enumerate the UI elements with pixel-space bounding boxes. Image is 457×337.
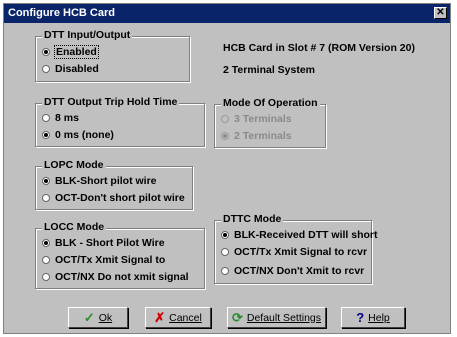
radio-lopc-oct[interactable]: OCT-Don't short pilot wire [42,192,185,204]
ok-label: Ok [98,311,113,324]
group-label: DTT Input/Output [42,29,133,41]
refresh-icon: ⟳ [231,310,243,325]
help-button[interactable]: ? Help [341,307,405,328]
group-label: DTTC Mode [221,213,284,225]
mode-of-operation-group: Mode Of Operation 3 Terminals 2 Terminal… [214,97,326,148]
radio-3-terminals: 3 Terminals [221,113,292,125]
group-label: Mode Of Operation [221,97,320,109]
radio-indicator [42,65,50,73]
radio-indicator [221,248,229,256]
system-info: 2 Terminal System [223,64,316,76]
dtt-input-output-group: DTT Input/Output Enabled Disabled [35,29,190,82]
group-label: LOPC Mode [42,159,106,171]
radio-lopc-blk[interactable]: BLK-Short pilot wire [42,175,157,187]
cancel-button[interactable]: ✗ Cancel [145,307,211,328]
radio-indicator [221,267,229,275]
close-button[interactable]: ✕ [434,7,447,19]
question-icon: ? [356,310,365,325]
check-icon: ✓ [83,310,95,325]
option-label: 0 ms (none) [55,129,114,141]
configure-hcb-dialog: Configure HCB Card ✕ DTT Input/Output En… [3,3,451,334]
radio-indicator [42,48,50,56]
option-label: OCT-Don't short pilot wire [55,192,185,204]
radio-indicator [221,115,229,123]
radio-dttc-blk[interactable]: BLK-Received DTT will short [221,229,378,241]
option-label: OCT/NX Don't Xmit to rcvr [234,265,365,277]
default-settings-button[interactable]: ⟳ Default Settings [227,307,326,328]
radio-indicator [42,194,50,202]
option-label: Disabled [55,63,99,75]
option-label: OCT/Tx Xmit Signal to rcvr [234,246,368,258]
radio-indicator [221,132,229,140]
radio-indicator [42,114,50,122]
option-label: BLK-Received DTT will short [234,229,378,241]
x-icon: ✗ [154,310,166,325]
option-label: BLK-Short pilot wire [55,175,157,187]
radio-enabled[interactable]: Enabled [42,45,99,59]
window-title: Configure HCB Card [8,7,115,19]
option-label: 8 ms [55,112,79,124]
radio-dttc-oct-tx[interactable]: OCT/Tx Xmit Signal to rcvr [221,246,367,258]
option-label: 2 Terminals [234,130,292,142]
radio-indicator [42,256,50,264]
title-bar[interactable]: Configure HCB Card ✕ [4,4,450,23]
option-label: Enabled [54,45,99,59]
radio-locc-blk[interactable]: BLK - Short Pilot Wire [42,237,165,249]
radio-disabled[interactable]: Disabled [42,63,99,75]
radio-indicator [42,273,50,281]
dttc-mode-group: DTTC Mode BLK-Received DTT will short OC… [214,213,378,284]
help-label: Help [368,311,390,324]
radio-8ms[interactable]: 8 ms [42,112,79,124]
cancel-label: Cancel [169,311,202,324]
radio-locc-oct-tx[interactable]: OCT/Tx Xmit Signal to [42,254,165,266]
default-settings-label: Default Settings [246,311,322,324]
option-label: OCT/Tx Xmit Signal to [55,254,166,266]
radio-indicator [42,177,50,185]
option-label: BLK - Short Pilot Wire [55,237,165,249]
card-slot-info: HCB Card in Slot # 7 (ROM Version 20) [223,42,415,54]
close-icon: ✕ [436,7,445,18]
option-label: OCT/NX Do not xmit signal [55,271,189,283]
locc-mode-group: LOCC Mode BLK - Short Pilot Wire OCT/Tx … [35,221,205,289]
radio-2-terminals: 2 Terminals [221,130,292,142]
radio-locc-oct-nx[interactable]: OCT/NX Do not xmit signal [42,271,189,283]
radio-indicator [42,239,50,247]
option-label: 3 Terminals [234,113,292,125]
ok-button[interactable]: ✓ Ok [68,307,128,328]
group-label: LOCC Mode [42,221,107,233]
lopc-mode-group: LOPC Mode BLK-Short pilot wire OCT-Don't… [35,159,193,210]
group-label: DTT Output Trip Hold Time [42,96,180,108]
radio-indicator [42,131,50,139]
radio-0ms[interactable]: 0 ms (none) [42,129,114,141]
dtt-output-trip-hold-group: DTT Output Trip Hold Time 8 ms 0 ms (non… [35,96,205,147]
radio-indicator [221,231,229,239]
radio-dttc-oct-nx[interactable]: OCT/NX Don't Xmit to rcvr [221,265,364,277]
